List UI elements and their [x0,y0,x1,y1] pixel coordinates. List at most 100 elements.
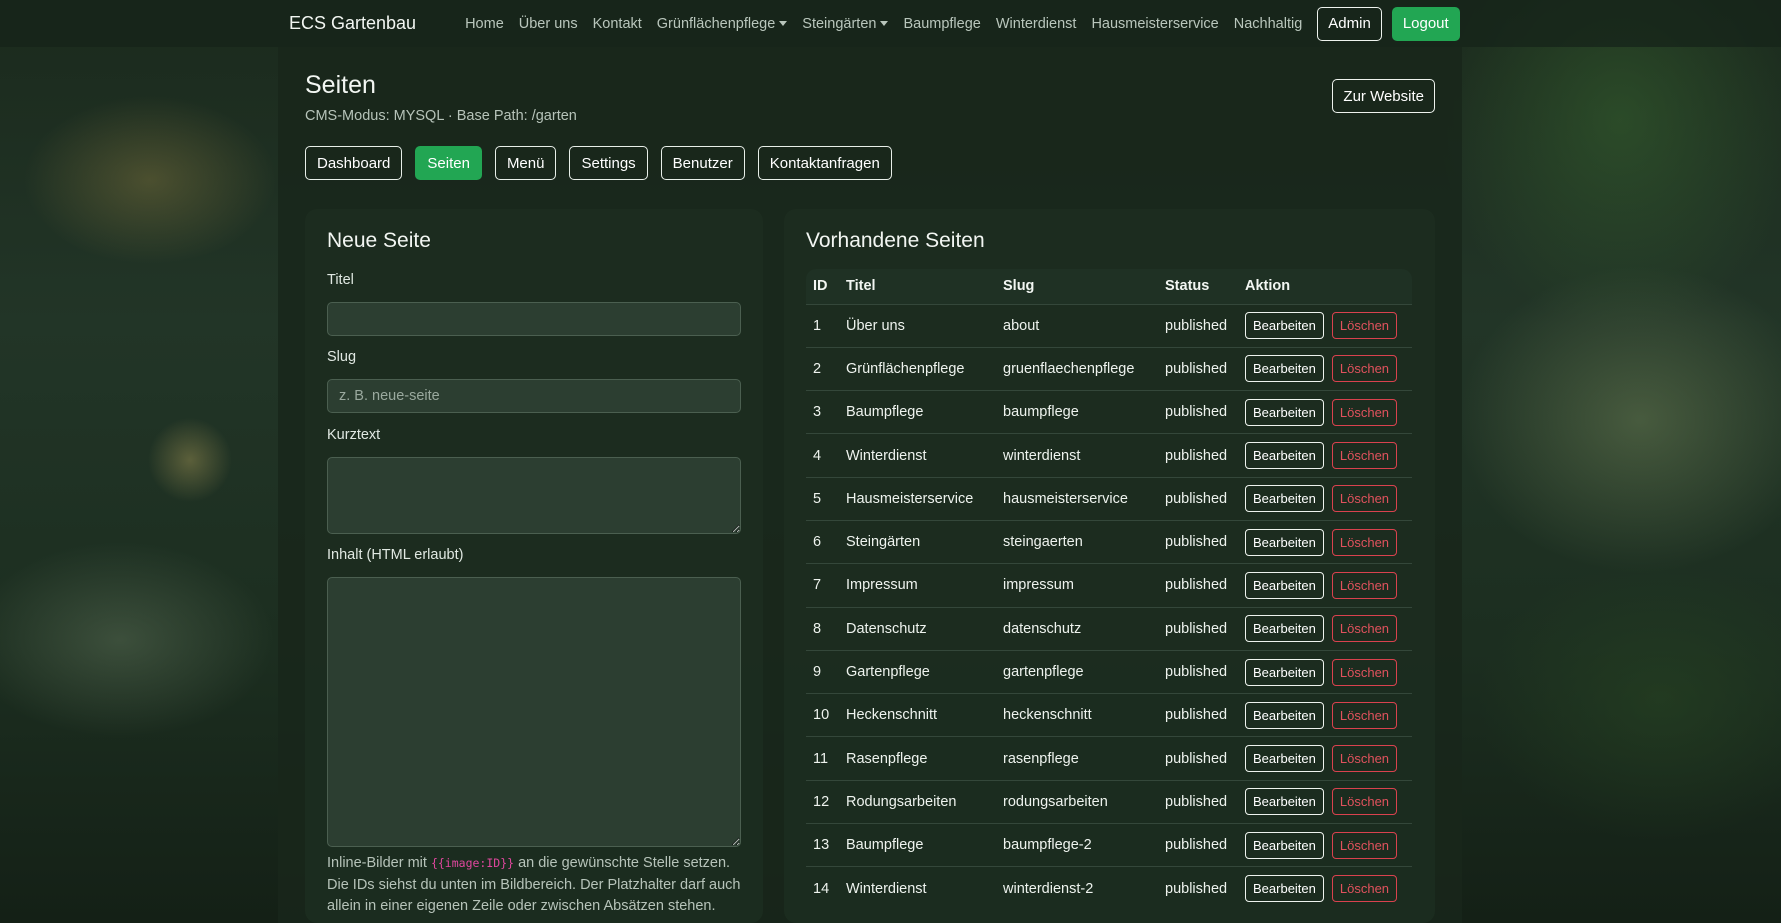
delete-button[interactable]: Löschen [1331,528,1398,556]
edit-button[interactable]: Bearbeiten [1245,485,1324,513]
nav-dropdown-steingaerten[interactable]: Steingärten [802,16,889,32]
nav-link-ueber-uns[interactable]: Über uns [519,16,578,32]
cell-id: 4 [806,433,839,478]
nav-link-winterdienst[interactable]: Winterdienst [996,16,1077,32]
edit-button[interactable]: Bearbeiten [1245,745,1324,773]
content-label: Inhalt (HTML erlaubt) [327,547,464,563]
column-header-id: ID [813,278,828,295]
cell-title: Winterdienst [839,866,996,911]
cell-status: published [1158,303,1238,348]
tab-dashboard[interactable]: Dashboard [305,146,403,180]
slug-input[interactable] [327,379,741,413]
cell-id: 11 [806,736,839,781]
cell-status: published [1158,693,1238,737]
nav-link-label: Hausmeisterservice [1091,15,1219,32]
cell-title: Impressum [839,563,996,608]
cell-actions: Bearbeiten Löschen [1238,779,1412,824]
delete-button[interactable]: Löschen [1331,355,1398,383]
cell-slug: rasenpflege [996,736,1158,781]
edit-button[interactable]: Bearbeiten [1245,571,1324,599]
cell-actions: Bearbeiten Löschen [1238,649,1412,694]
short-text-textarea[interactable] [327,457,741,534]
page-header: Seiten CMS-Modus: MYSQL · Base Path: /ga… [305,71,577,124]
tab-kontaktanfragen[interactable]: Kontaktanfragen [757,146,892,180]
nav-dropdown-gruenflaechenpflege[interactable]: Grünflächenpflege [657,16,788,32]
table-row: 7 Impressum impressum published Bearbeiten Lö… [806,563,1412,608]
delete-button[interactable]: Löschen [1331,442,1398,470]
cell-title: Rodungsarbeiten [839,779,996,824]
nav-link-nachhaltig[interactable]: Nachhaltig [1234,16,1303,32]
edit-button[interactable]: Bearbeiten [1245,398,1324,426]
tab-settings[interactable]: Settings [569,146,648,180]
edit-button[interactable]: Bearbeiten [1245,442,1324,470]
table-row: 14 Winterdienst winterdienst-2 published Bea… [806,866,1412,911]
nav-right-actions: Admin Logout [1317,6,1460,41]
cell-actions: Bearbeiten Löschen [1238,736,1412,781]
cell-id: 10 [806,693,839,737]
row-actions: Bearbeiten Löschen [1245,831,1405,859]
edit-button[interactable]: Bearbeiten [1245,355,1324,383]
table-row: 4 Winterdienst winterdienst published Bearbe… [806,433,1412,478]
brand-logo[interactable]: ECS Gartenbau [289,13,416,34]
cell-actions: Bearbeiten Löschen [1238,346,1412,391]
to-website-button[interactable]: Zur Website [1332,79,1435,113]
cell-id: 14 [806,866,839,911]
nav-link-label: Nachhaltig [1233,15,1303,32]
delete-button[interactable]: Löschen [1331,571,1398,599]
tab-seiten[interactable]: Seiten [415,146,482,180]
cell-actions: Bearbeiten Löschen [1238,303,1412,348]
row-actions: Bearbeiten Löschen [1245,442,1405,470]
title-input[interactable] [327,302,741,336]
cell-status: published [1158,649,1238,694]
cell-slug: gartenpflege [996,649,1158,694]
edit-button[interactable]: Bearbeiten [1245,875,1324,903]
table-row: 12 Rodungsarbeiten rodungsarbeiten publishe… [806,779,1412,824]
edit-button[interactable]: Bearbeiten [1245,831,1324,859]
edit-button[interactable]: Bearbeiten [1245,528,1324,556]
edit-button[interactable]: Bearbeiten [1245,658,1324,686]
nav-link-home[interactable]: Home [465,16,504,32]
nav-link-hausmeisterservice[interactable]: Hausmeisterservice [1091,16,1218,32]
table-row: 5 Hausmeisterservice hausmeisterservice pub… [806,476,1412,521]
cell-actions: Bearbeiten Löschen [1238,390,1412,434]
short-text-label: Kurztext [327,427,381,443]
cell-title: Steingärten [839,519,996,564]
cell-actions: Bearbeiten Löschen [1238,866,1412,911]
cell-actions: Bearbeiten Löschen [1238,476,1412,521]
tab-benutzer[interactable]: Benutzer [660,146,745,180]
row-actions: Bearbeiten Löschen [1245,355,1405,383]
edit-button[interactable]: Bearbeiten [1245,701,1324,729]
delete-button[interactable]: Löschen [1331,831,1398,859]
delete-button[interactable]: Löschen [1331,485,1398,513]
edit-button[interactable]: Bearbeiten [1245,615,1324,643]
delete-button[interactable]: Löschen [1331,875,1398,903]
delete-button[interactable]: Löschen [1331,312,1398,340]
nav-link-kontakt[interactable]: Kontakt [593,16,642,32]
delete-button[interactable]: Löschen [1331,615,1398,643]
cell-title: Rasenpflege [839,736,996,781]
slug-label: Slug [327,349,357,365]
nav-link-baumpflege[interactable]: Baumpflege [903,16,980,32]
cell-actions: Bearbeiten Löschen [1238,823,1412,867]
table-row: 2 Grünflächenpflege gruenflaechenpflege pub… [806,346,1412,391]
cell-actions: Bearbeiten Löschen [1238,606,1412,651]
edit-button[interactable]: Bearbeiten [1245,312,1324,340]
logout-button[interactable]: Logout [1391,6,1460,41]
edit-button[interactable]: Bearbeiten [1245,788,1324,816]
cell-id: 7 [806,563,839,608]
admin-button[interactable]: Admin [1317,6,1382,41]
delete-button[interactable]: Löschen [1331,745,1398,773]
pages-table-body: 1 Über uns about published Bearbeiten Löschen… [806,303,1412,911]
table-row: 11 Rasenpflege rasenpflege published Bearbei… [806,736,1412,781]
cell-slug: impressum [996,563,1158,608]
cell-title: Winterdienst [839,433,996,478]
table-row: 8 Datenschutz datenschutz published Bearbeit… [806,606,1412,651]
delete-button[interactable]: Löschen [1331,658,1398,686]
row-actions: Bearbeiten Löschen [1245,528,1405,556]
tab-menue[interactable]: Menü [494,146,557,180]
content-textarea[interactable] [327,577,741,847]
nav-link-label: Baumpflege [903,15,981,32]
delete-button[interactable]: Löschen [1331,398,1398,426]
delete-button[interactable]: Löschen [1331,701,1398,729]
delete-button[interactable]: Löschen [1331,788,1398,816]
